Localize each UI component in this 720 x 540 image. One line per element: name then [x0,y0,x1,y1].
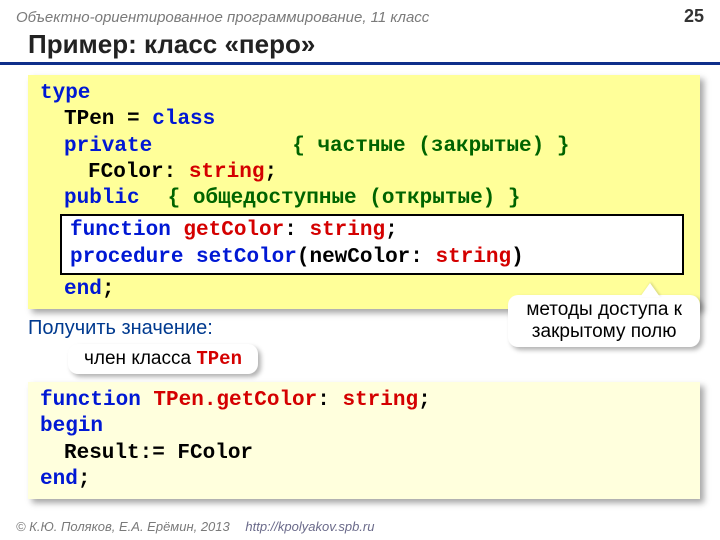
accessor-callout: методы доступа к закрытому полю [508,295,700,347]
copyright: © К.Ю. Поляков, Е.А. Ерёмин, 2013 [16,519,230,534]
mid-row: Получить значение: член класса TPen мето… [0,317,720,374]
course-label: Объектно-ориентированное программировани… [16,9,429,26]
code-line: function TPen.getColor: string; [40,388,688,414]
code-line: function getColor: string; [70,218,674,244]
footer: © К.Ю. Поляков, Е.А. Ерёмин, 2013 http:/… [16,519,374,534]
code-block-class-def: type TPen = class private{ частные (закр… [28,75,700,309]
page-title: Пример: класс «перо» [0,27,720,65]
code-line: TPen = class [40,107,688,133]
code-line: type [40,81,688,107]
code-line: public{ общедоступные (открытые) } [40,186,688,212]
code-block-function-impl: function TPen.getColor: string; begin Re… [28,382,700,499]
callout-tail-icon [640,283,660,297]
accessor-methods-box: function getColor: string; procedure set… [60,214,684,275]
page-number: 25 [684,6,704,27]
footer-url: http://kpolyakov.spb.ru [245,519,374,534]
code-line: private{ частные (закрытые) } [40,134,688,160]
code-line: procedure setColor(newColor: string) [70,245,674,271]
obtain-value-label: Получить значение: [28,317,496,340]
class-member-badge: член класса TPen [68,344,258,374]
code-line: Result:= FColor [40,441,688,467]
header: Объектно-ориентированное программировани… [0,0,720,27]
code-line: FColor: string; [40,160,688,186]
code-line: end; [40,467,688,493]
code-line: begin [40,414,688,440]
